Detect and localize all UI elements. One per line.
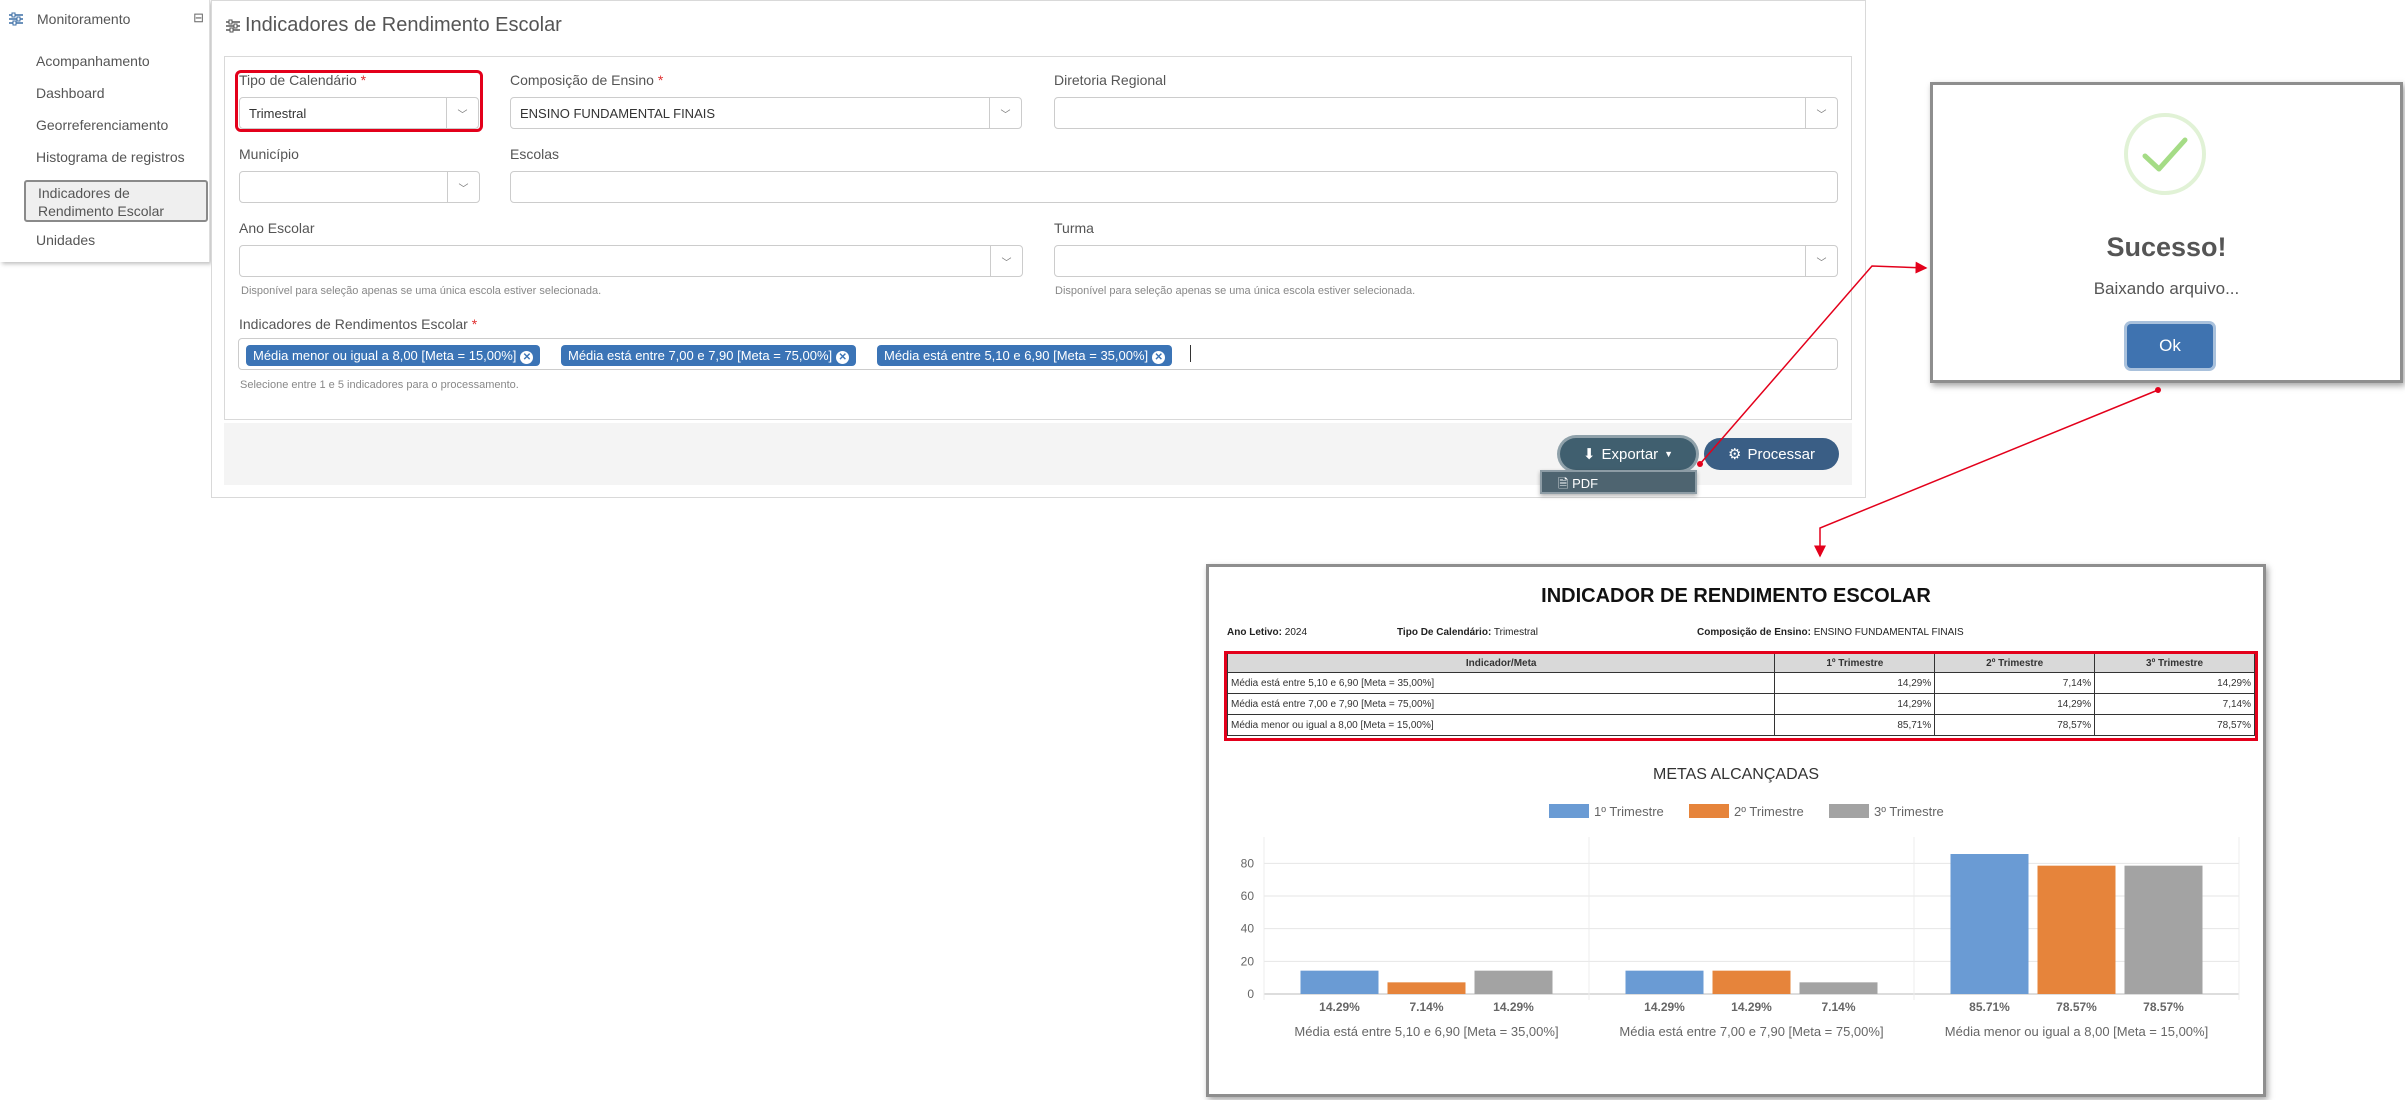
modal-message: Baixando arquivo... xyxy=(2093,279,2240,298)
x-category-label: Média está entre 7,00 e 7,90 [Meta = 75,… xyxy=(1619,1024,1883,1039)
report-composicao: Composição de Ensino: ENSINO FUNDAMENTAL… xyxy=(1697,627,1964,638)
file-pdf-icon: 🗎 xyxy=(1558,476,1569,491)
modal-title: Sucesso! xyxy=(2106,232,2227,262)
sidebar-item-indicadores[interactable]: Indicadores de Rendimento Escolar xyxy=(24,180,208,222)
bar-value-label: 78.57% xyxy=(2143,1000,2184,1014)
success-modal: Sucesso! Baixando arquivo... Ok xyxy=(1930,82,2403,383)
cogs-icon: ⚙ xyxy=(1728,446,1742,463)
y-tick-label: 40 xyxy=(1241,922,1255,936)
indicador-tag[interactable]: Média está entre 5,10 e 6,90 [Meta = 35,… xyxy=(877,345,1173,366)
export-button[interactable]: ⬇ Exportar ▼ xyxy=(1560,438,1696,470)
sliders-icon xyxy=(226,19,240,33)
bar xyxy=(1799,982,1878,994)
report-tipo-calendario: Tipo De Calendário: Trimestral xyxy=(1397,627,1538,638)
arrow-modal-to-report xyxy=(1814,389,2159,558)
sidebar: Monitoramento ⊟ Acompanhamento Dashboard… xyxy=(0,0,210,262)
diretoria-regional-label: Diretoria Regional xyxy=(1054,72,1167,88)
escolas-input[interactable] xyxy=(510,171,1838,203)
highlight-report-table xyxy=(1224,651,2258,741)
turma-help: Disponível para seleção apenas se uma ún… xyxy=(1055,285,1416,297)
y-tick-label: 0 xyxy=(1247,987,1254,1001)
escolas-label: Escolas xyxy=(510,146,560,162)
bar xyxy=(1950,854,2029,994)
bar xyxy=(1474,970,1553,994)
turma-select[interactable]: ﹀ xyxy=(1054,245,1838,277)
chevron-down-icon: ﹀ xyxy=(1805,246,1837,276)
sidebar-section-title: Monitoramento xyxy=(37,11,131,27)
indicador-tag[interactable]: Média está entre 7,00 e 7,90 [Meta = 75,… xyxy=(561,345,857,366)
remove-tag-icon[interactable]: ✕ xyxy=(836,351,850,364)
y-tick-label: 20 xyxy=(1241,954,1255,968)
arrow-origin-dot xyxy=(2155,387,2161,393)
sidebar-item-label-line1: Indicadores de xyxy=(38,185,130,201)
bar xyxy=(1712,970,1791,994)
success-check-icon xyxy=(2124,113,2206,195)
report-ano-letivo: Ano Letivo: 2024 xyxy=(1227,627,1308,638)
x-category-label: Média menor ou igual a 8,00 [Meta = 15,0… xyxy=(1945,1024,2208,1039)
sidebar-item-acompanhamento[interactable]: Acompanhamento xyxy=(36,52,150,70)
sidebar-section-monitoramento[interactable]: Monitoramento ⊟ xyxy=(8,10,204,30)
municipio-label: Município xyxy=(239,146,299,162)
legend-swatch xyxy=(1549,804,1589,818)
caret-down-icon: ▼ xyxy=(1664,449,1674,459)
composicao-ensino-label: Composição de Ensino * xyxy=(510,72,664,88)
page-title: Indicadores de Rendimento Escolar xyxy=(245,14,562,36)
legend-label: 3º Trimestre xyxy=(1874,804,1944,819)
text-cursor xyxy=(1190,345,1191,362)
export-menu-pdf[interactable]: 🗎 PDF xyxy=(1540,470,1697,494)
bar-value-label: 14.29% xyxy=(1731,1000,1772,1014)
sidebar-item-dashboard[interactable]: Dashboard xyxy=(36,84,105,102)
report-title: INDICADOR DE RENDIMENTO ESCOLAR xyxy=(1541,585,1931,607)
bar xyxy=(1300,970,1379,994)
x-category-label: Média está entre 5,10 e 6,90 [Meta = 35,… xyxy=(1294,1024,1558,1039)
turma-label: Turma xyxy=(1054,220,1094,236)
legend-swatch xyxy=(1689,804,1729,818)
bar-value-label: 7.14% xyxy=(1409,1000,1443,1014)
bar xyxy=(1625,970,1704,994)
ano-escolar-select[interactable]: ﹀ xyxy=(239,245,1023,277)
bar-value-label: 14.29% xyxy=(1493,1000,1534,1014)
composicao-ensino-select[interactable]: ENSINO FUNDAMENTAL FINAIS ﹀ xyxy=(510,97,1022,129)
process-button[interactable]: ⚙ Processar xyxy=(1704,438,1839,470)
sidebar-item-histograma[interactable]: Histograma de registros xyxy=(36,148,185,166)
sidebar-item-georreferenciamento[interactable]: Georreferenciamento xyxy=(36,116,168,134)
bar-value-label: 14.29% xyxy=(1319,1000,1360,1014)
remove-tag-icon[interactable]: ✕ xyxy=(520,351,534,364)
sidebar-item-label-line2: Rendimento Escolar xyxy=(38,203,165,219)
chevron-down-icon: ﹀ xyxy=(1805,98,1837,128)
indicadores-help: Selecione entre 1 e 5 indicadores para o… xyxy=(240,379,519,391)
municipio-select[interactable]: ﹀ xyxy=(239,171,480,203)
diretoria-regional-select[interactable]: ﹀ xyxy=(1054,97,1838,129)
remove-tag-icon[interactable]: ✕ xyxy=(1152,351,1166,364)
legend-label: 2º Trimestre xyxy=(1734,804,1804,819)
bar-value-label: 85.71% xyxy=(1969,1000,2010,1014)
chart-title: METAS ALCANÇADAS xyxy=(1653,766,1819,783)
metas-chart: 1º Trimestre 2º Trimestre 3º Trimestre 0 20 4… xyxy=(1241,804,2240,1039)
y-tick-label: 80 xyxy=(1241,856,1255,870)
ano-escolar-label: Ano Escolar xyxy=(239,220,315,236)
download-icon: ⬇ xyxy=(1582,446,1596,463)
bar-value-label: 7.14% xyxy=(1821,1000,1855,1014)
collapse-icon[interactable]: ⊟ xyxy=(193,10,204,26)
chevron-down-icon: ﹀ xyxy=(990,246,1022,276)
sliders-icon xyxy=(9,12,23,26)
bar-value-label: 78.57% xyxy=(2056,1000,2097,1014)
bar xyxy=(1387,982,1466,994)
highlight-tipo-calendario xyxy=(235,70,483,132)
ano-escolar-help: Disponível para seleção apenas se uma ún… xyxy=(241,285,602,297)
legend-label: 1º Trimestre xyxy=(1594,804,1664,819)
indicador-tag[interactable]: Média menor ou igual a 8,00 [Meta = 15,0… xyxy=(246,345,541,366)
chevron-down-icon: ﹀ xyxy=(989,98,1021,128)
indicadores-multiselect[interactable]: Média menor ou igual a 8,00 [Meta = 15,0… xyxy=(238,338,1838,370)
bar-value-label: 14.29% xyxy=(1644,1000,1685,1014)
ok-button[interactable]: Ok xyxy=(2127,324,2213,368)
report-preview: INDICADOR DE RENDIMENTO ESCOLAR Ano Leti… xyxy=(1206,564,2266,1097)
y-tick-label: 60 xyxy=(1241,889,1255,903)
bar xyxy=(2124,865,2203,994)
indicadores-label: Indicadores de Rendimentos Escolar * xyxy=(239,316,478,332)
legend-swatch xyxy=(1829,804,1869,818)
bar xyxy=(2037,865,2116,994)
sidebar-item-unidades[interactable]: Unidades xyxy=(36,231,95,249)
chevron-down-icon: ﹀ xyxy=(447,172,479,202)
